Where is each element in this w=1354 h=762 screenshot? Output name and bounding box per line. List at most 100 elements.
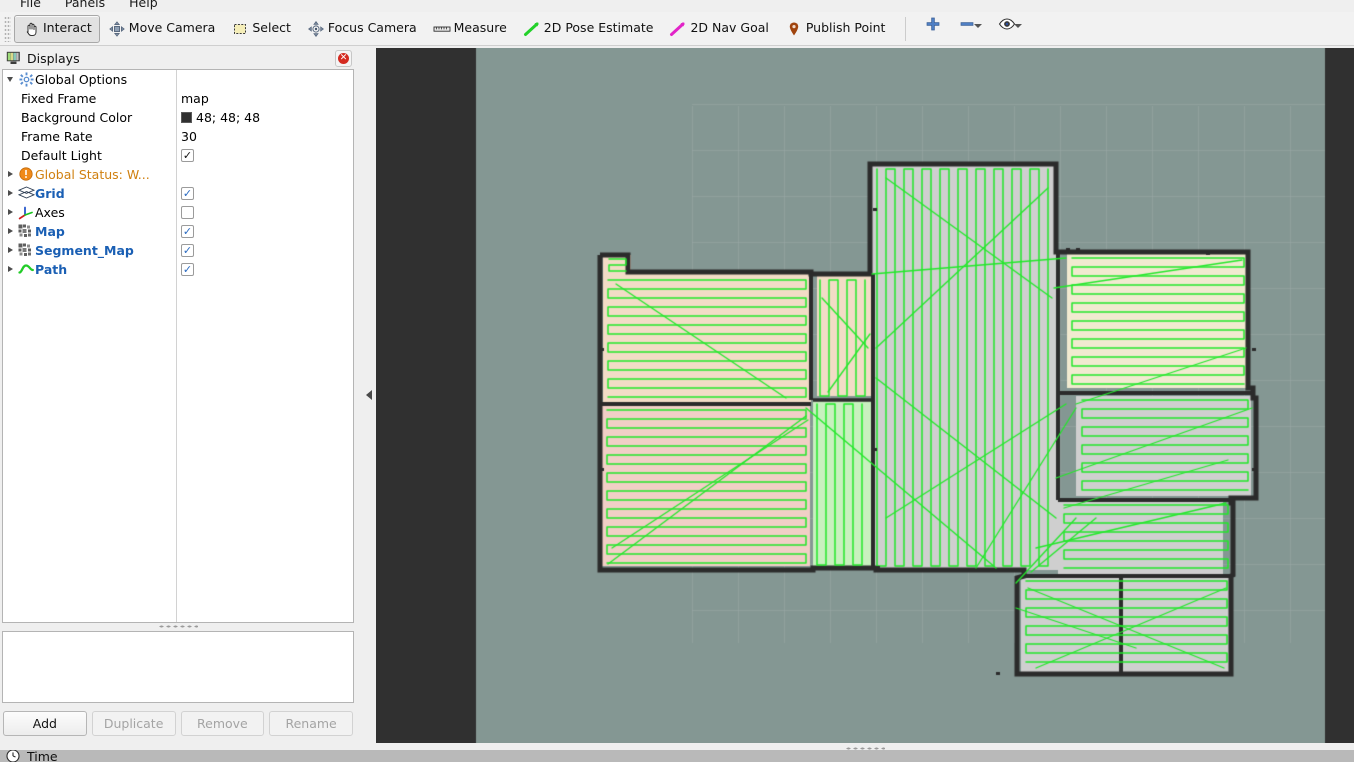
tree-item-label: Path xyxy=(35,261,68,277)
tree-item-label: Map xyxy=(35,223,65,239)
magenta-arrow-icon xyxy=(669,20,687,38)
zoom-in-button[interactable] xyxy=(916,15,950,43)
tool-measure[interactable]: Measure xyxy=(425,15,515,43)
visibility-checkbox[interactable]: ✓ xyxy=(181,148,194,162)
tree-item-value[interactable]: map xyxy=(181,91,209,106)
tool-focus-camera[interactable]: Focus Camera xyxy=(299,15,425,43)
hand-cursor-icon xyxy=(22,20,40,38)
visibility-checkbox[interactable] xyxy=(181,205,194,219)
plus-icon xyxy=(924,15,942,33)
map-pin-icon xyxy=(785,20,803,38)
tool-2d-pose-estimate-label: 2D Pose Estimate xyxy=(543,20,654,36)
tree-item-value[interactable]: ✓ xyxy=(181,243,194,257)
tree-row-default-light[interactable]: Default Light ✓ xyxy=(3,146,353,165)
remove-button[interactable]: Remove xyxy=(180,710,265,736)
tool-interact[interactable]: Interact xyxy=(14,14,100,43)
expand-arrow-right-icon[interactable] xyxy=(3,228,17,235)
tree-item-label: Axes xyxy=(35,204,65,220)
tree-row-fixed-frame[interactable]: Fixed Frame map xyxy=(3,89,353,108)
tree-item-value[interactable]: 30 xyxy=(181,129,197,144)
displays-panel-header: Displays ✕ xyxy=(0,48,356,69)
close-icon: ✕ xyxy=(338,52,349,64)
tool-focus-camera-label: Focus Camera xyxy=(327,20,417,36)
tree-item-label: Default Light xyxy=(21,147,102,163)
tool-publish-point-label: Publish Point xyxy=(805,20,886,36)
expand-arrow-down-icon[interactable] xyxy=(3,76,17,82)
tree-item-value[interactable]: ✓ xyxy=(181,262,194,276)
displays-tree[interactable]: Global Options Fixed Frame map Background C… xyxy=(2,68,354,623)
menu-panels[interactable]: Panels xyxy=(53,0,117,12)
menu-help[interactable]: Help xyxy=(117,0,170,12)
tree-row-path[interactable]: Path ✓ xyxy=(3,260,353,279)
clock-icon xyxy=(4,750,22,762)
tree-rows-container: Global Options Fixed Frame map Background C… xyxy=(3,70,353,279)
tool-publish-point[interactable]: Publish Point xyxy=(777,15,894,43)
close-displays-button[interactable]: ✕ xyxy=(335,49,352,67)
visibility-checkbox[interactable]: ✓ xyxy=(181,224,194,238)
tree-item-label: Global Status: W... xyxy=(35,166,150,182)
tree-item-label: Segment_Map xyxy=(35,242,134,258)
tree-value-text: map xyxy=(181,90,209,106)
toolbar-separator xyxy=(905,16,907,41)
tree-item-value[interactable]: ✓ xyxy=(181,148,194,162)
map-icon xyxy=(17,224,35,238)
chevron-down-icon-2[interactable] xyxy=(1014,23,1023,28)
dock-collapse-handle[interactable] xyxy=(362,48,376,742)
tool-move-camera[interactable]: Move Camera xyxy=(100,15,224,43)
expand-arrow-right-icon[interactable] xyxy=(3,171,17,178)
axes-icon xyxy=(17,205,35,220)
visibility-checkbox[interactable]: ✓ xyxy=(181,186,194,200)
displays-button-row: Add Duplicate Remove Rename xyxy=(0,703,356,742)
tree-row-axes[interactable]: Axes xyxy=(3,203,353,222)
grid-icon xyxy=(17,186,35,200)
menu-file[interactable]: File xyxy=(8,0,53,12)
tool-move-camera-label: Move Camera xyxy=(128,20,216,36)
visibility-checkbox[interactable]: ✓ xyxy=(181,262,194,276)
duplicate-button[interactable]: Duplicate xyxy=(91,710,176,736)
tree-item-label: Global Options xyxy=(35,71,128,87)
zoom-out-button[interactable] xyxy=(950,15,990,43)
tree-item-value[interactable] xyxy=(181,205,194,219)
ruler-icon xyxy=(433,20,451,38)
tree-item-value[interactable]: ✓ xyxy=(181,186,194,200)
green-arrow-icon xyxy=(523,20,541,38)
tool-2d-nav-goal[interactable]: 2D Nav Goal xyxy=(661,15,776,43)
tree-row-frame-rate[interactable]: Frame Rate 30 xyxy=(3,127,353,146)
expand-arrow-right-icon[interactable] xyxy=(3,247,17,254)
tree-item-value[interactable]: ✓ xyxy=(181,224,194,238)
render-view-3d[interactable] xyxy=(376,48,1354,743)
tree-item-value[interactable]: 48; 48; 48 xyxy=(181,110,260,125)
tool-select[interactable]: Select xyxy=(223,15,299,43)
tree-row-segment-map[interactable]: Segment_Map ✓ xyxy=(3,241,353,260)
gear-icon xyxy=(17,72,35,87)
add-button[interactable]: Add xyxy=(3,710,87,736)
tool-2d-pose-estimate[interactable]: 2D Pose Estimate xyxy=(515,15,662,43)
rename-button[interactable]: Rename xyxy=(269,710,353,736)
visibility-checkbox[interactable]: ✓ xyxy=(181,243,194,257)
panel-splitter[interactable] xyxy=(0,622,356,631)
select-box-icon xyxy=(231,20,249,38)
expand-arrow-right-icon[interactable] xyxy=(3,266,17,273)
warning-icon xyxy=(17,167,35,182)
tree-row-global-options[interactable]: Global Options xyxy=(3,70,353,89)
toolbar-grip[interactable] xyxy=(4,15,11,42)
tool-2d-nav-goal-label: 2D Nav Goal xyxy=(690,20,769,36)
expand-arrow-right-icon[interactable] xyxy=(3,190,17,197)
tree-item-label: Background Color xyxy=(21,109,133,125)
move-camera-icon xyxy=(108,20,126,38)
tree-value-text: 30 xyxy=(181,128,197,144)
tool-measure-label: Measure xyxy=(453,20,507,36)
tree-row-map[interactable]: Map ✓ xyxy=(3,222,353,241)
tree-item-label: Frame Rate xyxy=(21,128,93,144)
tree-row-background-color[interactable]: Background Color 48; 48; 48 xyxy=(3,108,353,127)
displays-panel-icon xyxy=(4,49,22,67)
path-icon xyxy=(17,263,35,275)
tree-item-label: Fixed Frame xyxy=(21,90,97,106)
tool-select-label: Select xyxy=(252,20,291,36)
tree-row-global-status-w[interactable]: Global Status: W... xyxy=(3,165,353,184)
expand-arrow-right-icon[interactable] xyxy=(3,209,17,216)
chevron-down-icon[interactable] xyxy=(974,23,983,28)
visibility-button[interactable] xyxy=(990,15,1030,43)
tree-row-grid[interactable]: Grid ✓ xyxy=(3,184,353,203)
map-canvas[interactable] xyxy=(376,48,1354,743)
